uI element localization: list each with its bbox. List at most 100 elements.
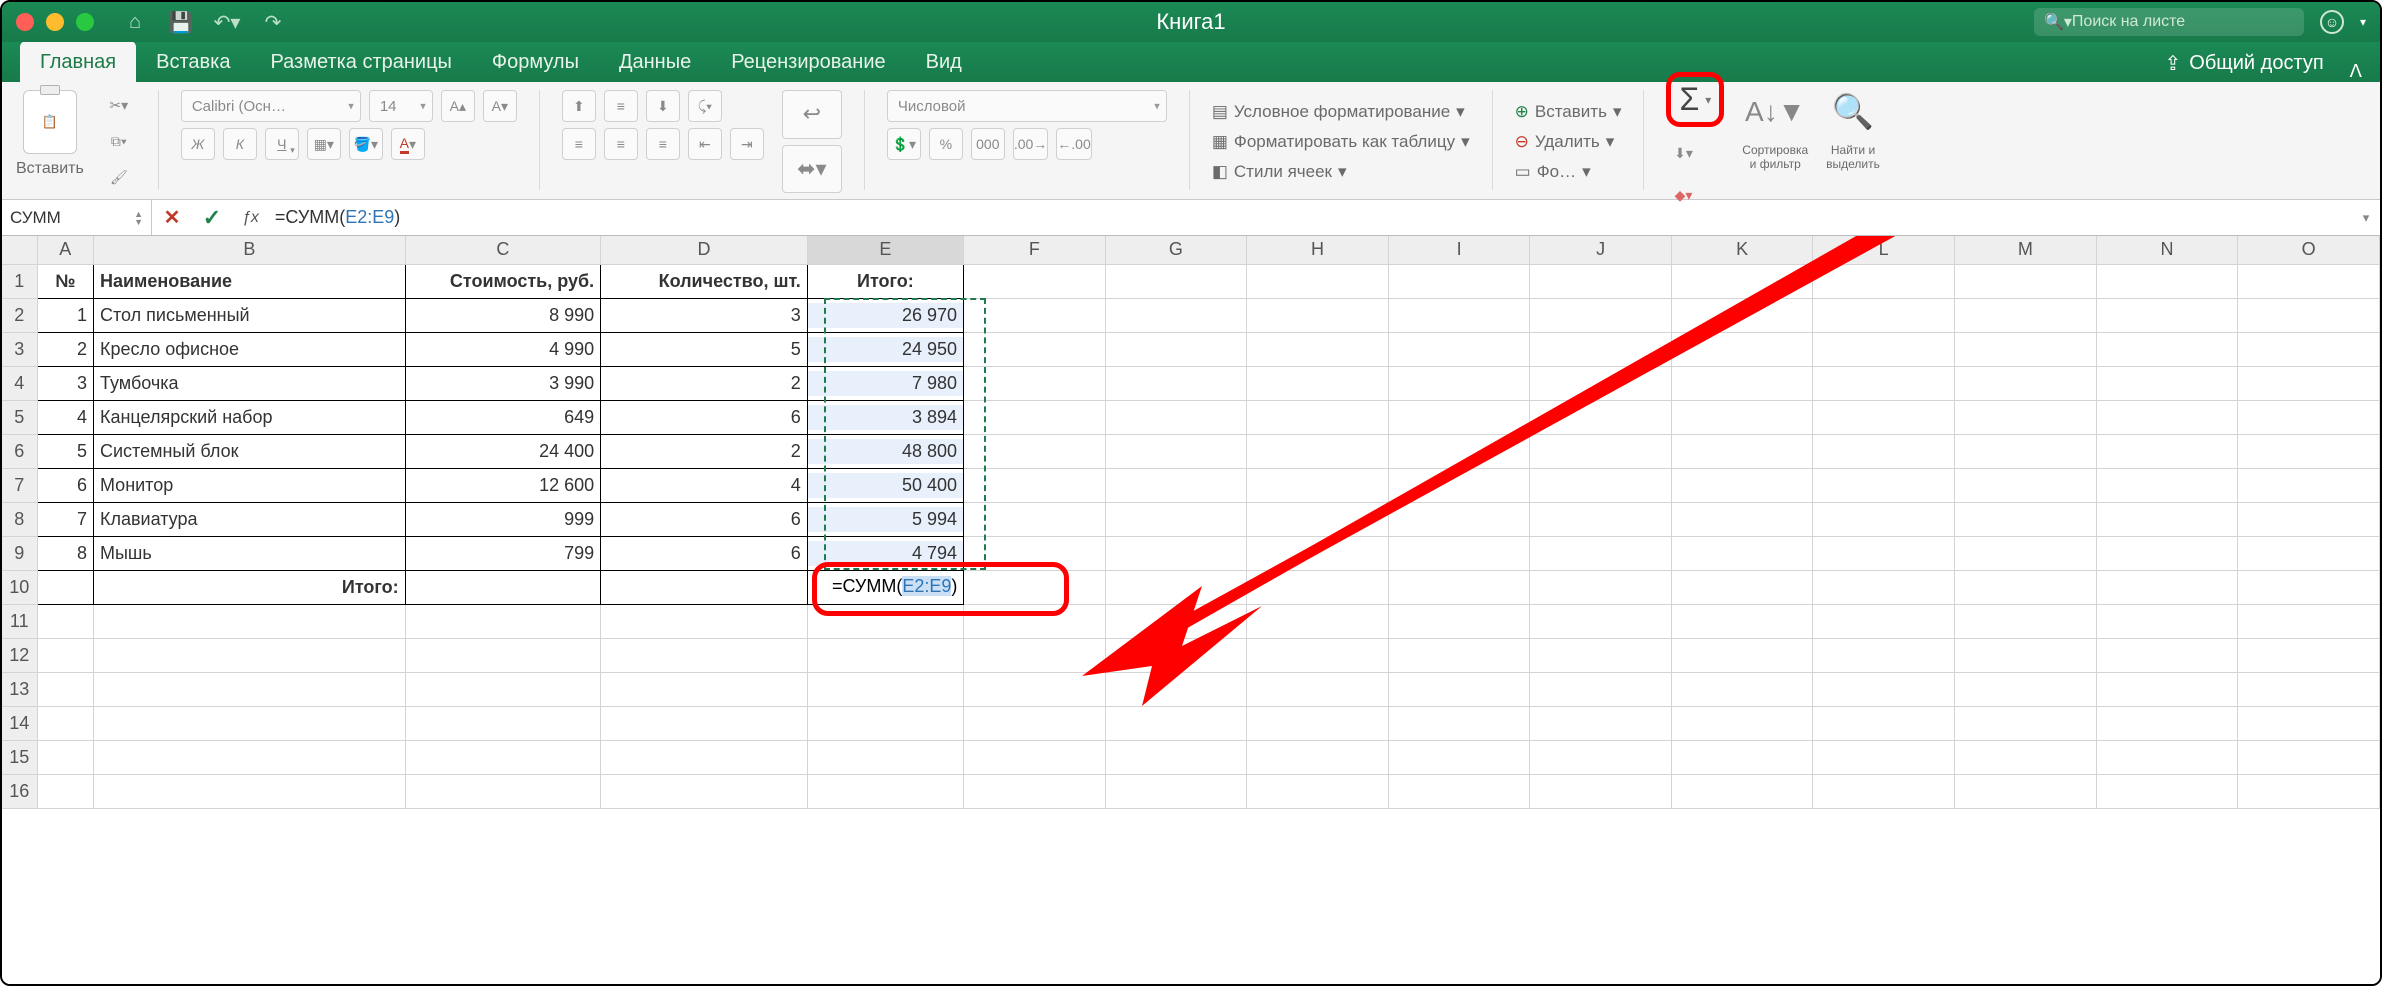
cell-K4[interactable] xyxy=(1671,366,1813,400)
cell-A6[interactable]: 5 xyxy=(37,434,93,468)
cell-K1[interactable] xyxy=(1671,264,1813,298)
cell-D2[interactable]: 3 xyxy=(601,298,808,332)
cell-L14[interactable] xyxy=(1813,706,1955,740)
cell-G5[interactable] xyxy=(1105,400,1247,434)
cell-F12[interactable] xyxy=(964,638,1106,672)
cell-E7[interactable]: 50 400 xyxy=(807,468,963,502)
cell-H16[interactable] xyxy=(1247,774,1389,808)
cell-I1[interactable] xyxy=(1388,264,1530,298)
cell-B16[interactable] xyxy=(93,774,405,808)
cell-M8[interactable] xyxy=(1954,502,2096,536)
cell-A5[interactable]: 4 xyxy=(37,400,93,434)
cell-O11[interactable] xyxy=(2238,604,2380,638)
cell-I14[interactable] xyxy=(1388,706,1530,740)
accept-formula-button[interactable]: ✓ xyxy=(192,200,232,235)
cell-K16[interactable] xyxy=(1671,774,1813,808)
cell-O16[interactable] xyxy=(2238,774,2380,808)
cell-E8[interactable]: 5 994 xyxy=(807,502,963,536)
cell-I4[interactable] xyxy=(1388,366,1530,400)
cell-M5[interactable] xyxy=(1954,400,2096,434)
row-header-5[interactable]: 5 xyxy=(2,400,37,434)
name-box[interactable]: СУММ ▲▼ xyxy=(2,200,152,235)
cell-K8[interactable] xyxy=(1671,502,1813,536)
cell-M1[interactable] xyxy=(1954,264,2096,298)
cell-M11[interactable] xyxy=(1954,604,2096,638)
home-icon[interactable]: ⌂ xyxy=(124,11,146,33)
cell-L6[interactable] xyxy=(1813,434,1955,468)
cell-K12[interactable] xyxy=(1671,638,1813,672)
cell-G14[interactable] xyxy=(1105,706,1247,740)
cell-M7[interactable] xyxy=(1954,468,2096,502)
feedback-icon[interactable]: ☺ xyxy=(2320,10,2344,34)
cell-J15[interactable] xyxy=(1530,740,1672,774)
cell-L16[interactable] xyxy=(1813,774,1955,808)
cell-N13[interactable] xyxy=(2096,672,2238,706)
cell-L9[interactable] xyxy=(1813,536,1955,570)
col-header-A[interactable]: A xyxy=(37,236,93,264)
cell-J6[interactable] xyxy=(1530,434,1672,468)
align-bottom-icon[interactable]: ⬇ xyxy=(646,90,680,122)
minimize-window-button[interactable] xyxy=(46,13,64,31)
cell-B4[interactable]: Тумбочка xyxy=(93,366,405,400)
cell-E14[interactable] xyxy=(807,706,963,740)
cell-M9[interactable] xyxy=(1954,536,2096,570)
cell-H1[interactable] xyxy=(1247,264,1389,298)
align-middle-icon[interactable]: ≡ xyxy=(604,90,638,122)
cut-icon[interactable]: ✂︎▾ xyxy=(102,90,136,120)
cell-G12[interactable] xyxy=(1105,638,1247,672)
row-header-3[interactable]: 3 xyxy=(2,332,37,366)
cell-D4[interactable]: 2 xyxy=(601,366,808,400)
currency-icon[interactable]: 💲▾ xyxy=(887,128,921,160)
cell-K6[interactable] xyxy=(1671,434,1813,468)
expand-formula-bar-icon[interactable]: ▾ xyxy=(2352,200,2380,235)
row-header-7[interactable]: 7 xyxy=(2,468,37,502)
cell-D15[interactable] xyxy=(601,740,808,774)
cell-A16[interactable] xyxy=(37,774,93,808)
autosum-button[interactable]: Σ▾ xyxy=(1666,72,1724,127)
row-header-12[interactable]: 12 xyxy=(2,638,37,672)
insert-cells-button[interactable]: ⊕Вставить ▾ xyxy=(1515,102,1622,122)
decrease-indent-icon[interactable]: ⇤ xyxy=(688,128,722,160)
cell-D11[interactable] xyxy=(601,604,808,638)
cell-A11[interactable] xyxy=(37,604,93,638)
cell-B2[interactable]: Стол письменный xyxy=(93,298,405,332)
col-header-K[interactable]: K xyxy=(1671,236,1813,264)
cell-J5[interactable] xyxy=(1530,400,1672,434)
cell-H3[interactable] xyxy=(1247,332,1389,366)
cell-F9[interactable] xyxy=(964,536,1106,570)
cell-C2[interactable]: 8 990 xyxy=(405,298,600,332)
cell-N14[interactable] xyxy=(2096,706,2238,740)
cell-I11[interactable] xyxy=(1388,604,1530,638)
cell-B8[interactable]: Клавиатура xyxy=(93,502,405,536)
merge-center-icon[interactable]: ⬌▾ xyxy=(782,145,842,194)
row-header-4[interactable]: 4 xyxy=(2,366,37,400)
cell-M6[interactable] xyxy=(1954,434,2096,468)
cell-C8[interactable]: 999 xyxy=(405,502,600,536)
cell-K13[interactable] xyxy=(1671,672,1813,706)
cell-D10[interactable] xyxy=(601,570,808,604)
row-header-2[interactable]: 2 xyxy=(2,298,37,332)
cell-A7[interactable]: 6 xyxy=(37,468,93,502)
delete-cells-button[interactable]: ⊖Удалить ▾ xyxy=(1515,132,1622,152)
cell-A8[interactable]: 7 xyxy=(37,502,93,536)
cell-L15[interactable] xyxy=(1813,740,1955,774)
paste-button[interactable]: 📋 xyxy=(23,90,77,154)
cell-B6[interactable]: Системный блок xyxy=(93,434,405,468)
tab-home[interactable]: Главная xyxy=(20,41,136,82)
cell-G13[interactable] xyxy=(1105,672,1247,706)
cell-E16[interactable] xyxy=(807,774,963,808)
fill-icon[interactable]: ⬇▾ xyxy=(1666,137,1700,169)
cell-N7[interactable] xyxy=(2096,468,2238,502)
cell-J12[interactable] xyxy=(1530,638,1672,672)
decrease-font-icon[interactable]: A▾ xyxy=(483,90,517,122)
cell-N5[interactable] xyxy=(2096,400,2238,434)
row-header-11[interactable]: 11 xyxy=(2,604,37,638)
cell-J7[interactable] xyxy=(1530,468,1672,502)
close-window-button[interactable] xyxy=(16,13,34,31)
cell-K9[interactable] xyxy=(1671,536,1813,570)
maximize-window-button[interactable] xyxy=(76,13,94,31)
format-as-table-button[interactable]: ▦Форматировать как таблицу ▾ xyxy=(1212,132,1470,152)
cell-E9[interactable]: 4 794 xyxy=(807,536,963,570)
cell-H9[interactable] xyxy=(1247,536,1389,570)
cell-F3[interactable] xyxy=(964,332,1106,366)
